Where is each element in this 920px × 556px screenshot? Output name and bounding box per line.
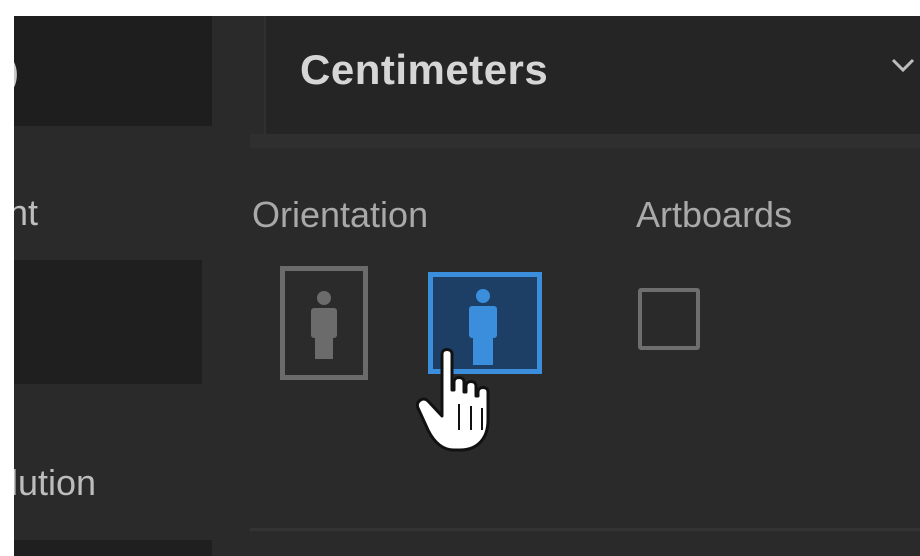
- resolution-input[interactable]: [14, 540, 212, 556]
- artboards-label: Artboards: [636, 194, 793, 235]
- height-label: ht: [14, 192, 39, 233]
- hand-pointer-icon: [415, 348, 490, 452]
- units-dropdown-value: Centimeters: [300, 46, 549, 93]
- portrait-person-icon: [311, 291, 337, 359]
- chevron-down-icon: [891, 58, 915, 73]
- portrait-orientation-button[interactable]: [280, 266, 368, 380]
- new-document-panel: ) Centimeters ht lution Orientation Artb…: [14, 16, 920, 556]
- units-dropdown[interactable]: Centimeters: [264, 16, 920, 134]
- top-left-field[interactable]: ): [14, 16, 212, 126]
- orientation-label: Orientation: [252, 194, 429, 235]
- field-fragment-text: ): [14, 50, 19, 95]
- resolution-label: lution: [14, 462, 97, 503]
- artboards-checkbox[interactable]: [638, 288, 700, 350]
- divider: [250, 528, 920, 531]
- divider: [250, 134, 920, 148]
- height-input[interactable]: [14, 260, 202, 384]
